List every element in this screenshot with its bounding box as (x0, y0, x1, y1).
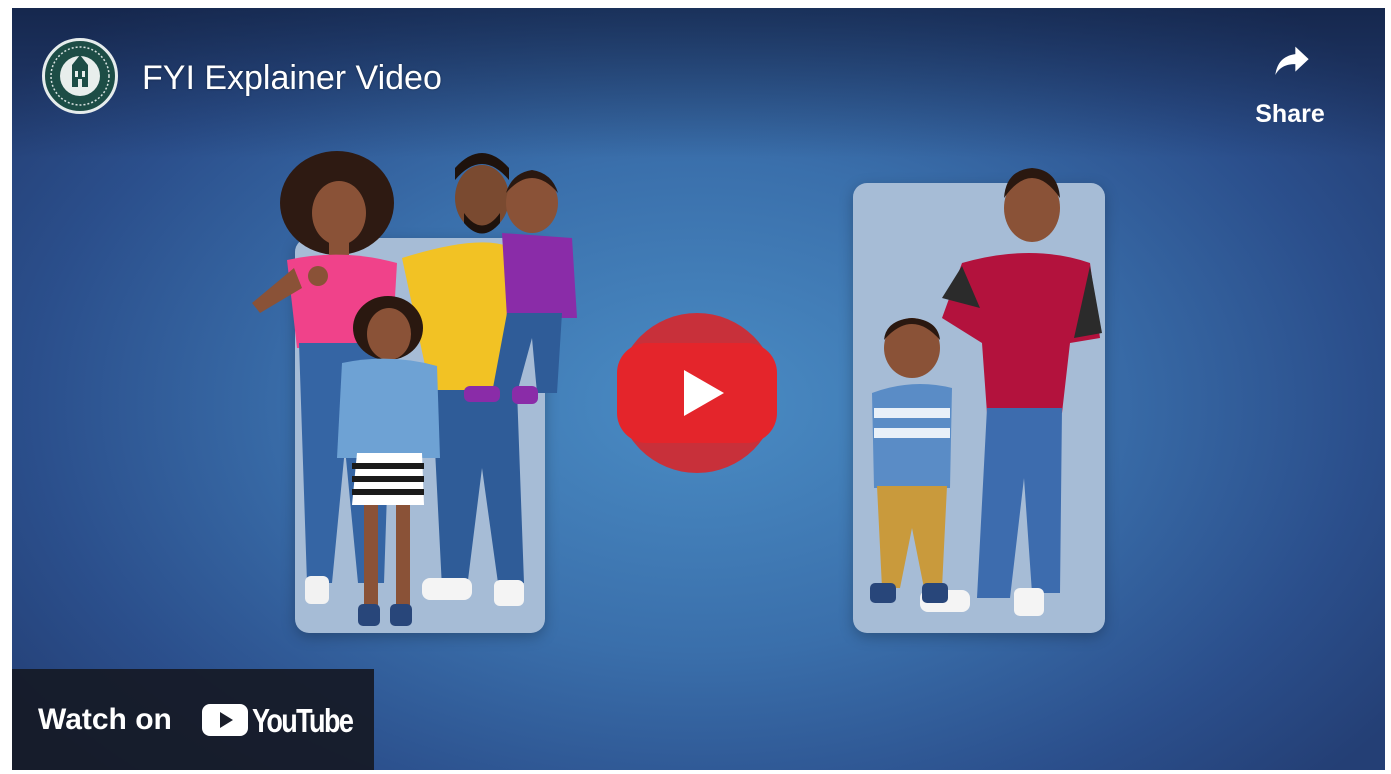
play-icon (617, 313, 777, 473)
watch-on-youtube-button[interactable]: Watch on YouTube (12, 669, 374, 770)
play-button[interactable] (614, 310, 780, 476)
watch-on-label: Watch on (38, 703, 172, 736)
youtube-wordmark: YouTube (252, 702, 354, 739)
youtube-logo-icon (202, 704, 248, 736)
boy-figure (870, 318, 952, 603)
video-player[interactable]: FYI Explainer Video Share Watch on YouTu… (12, 8, 1385, 770)
